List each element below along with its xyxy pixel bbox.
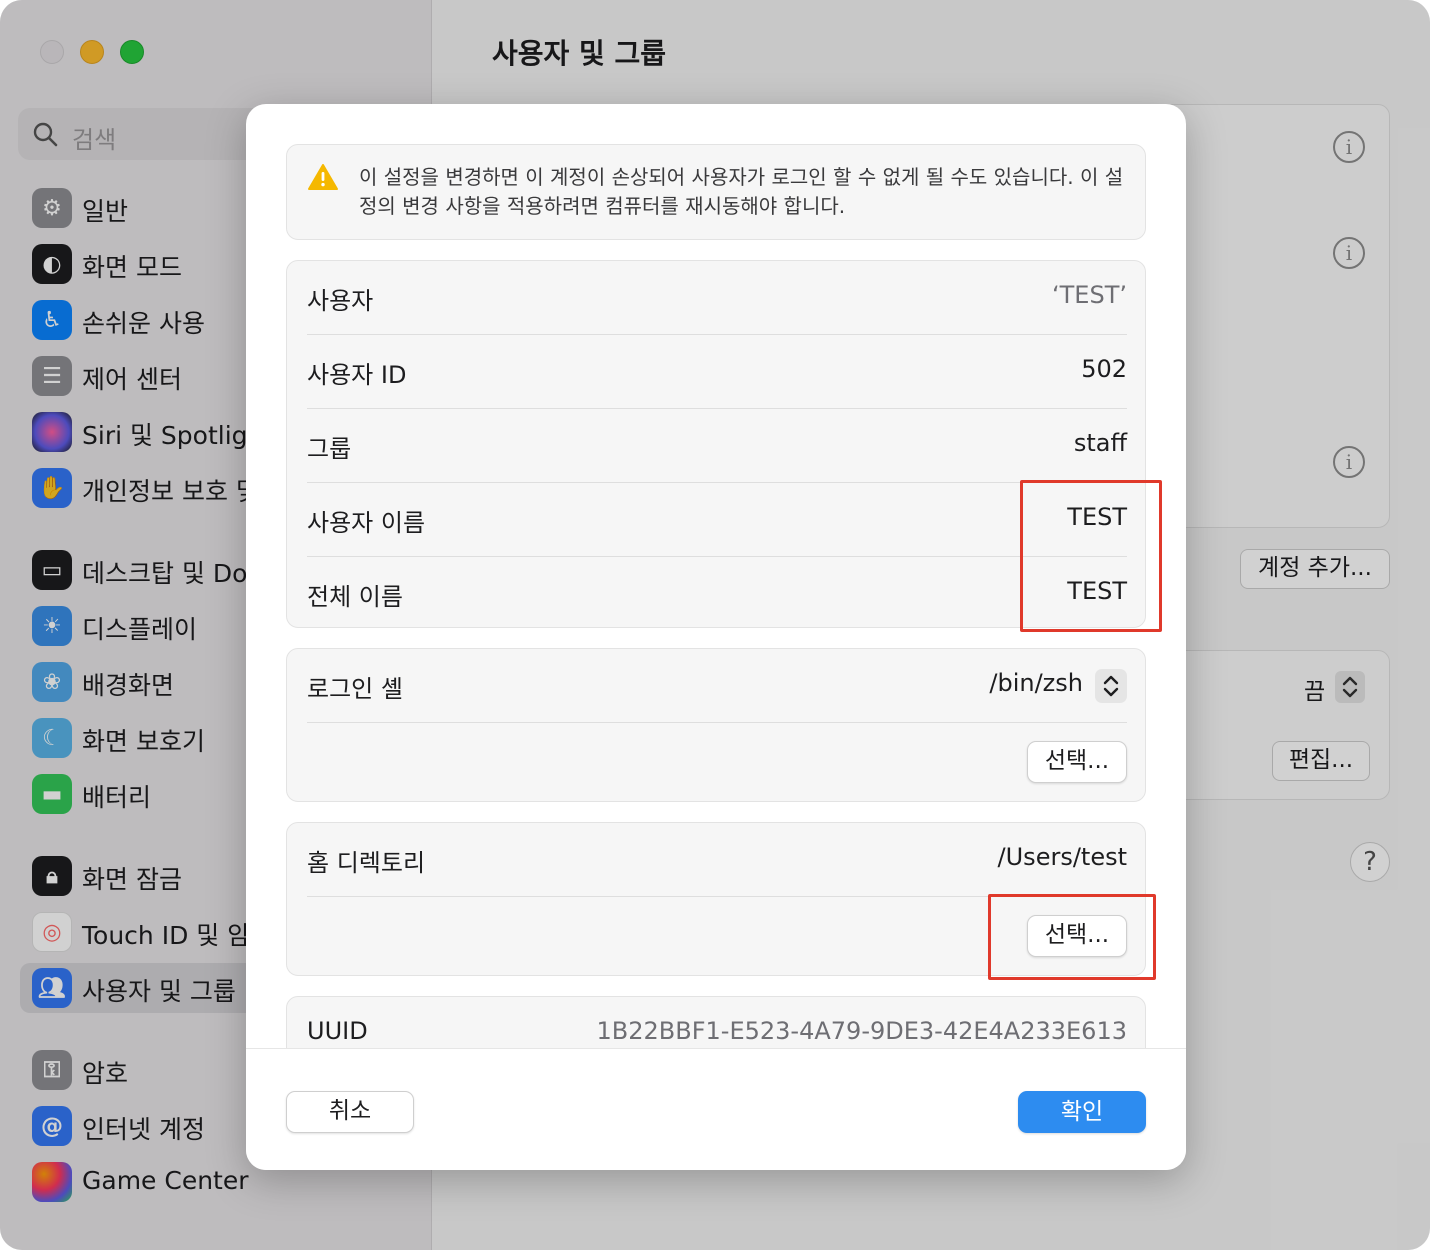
home-directory-value: /Users/test [997,843,1127,871]
full-name-row: 전체 이름 TEST [307,557,1127,631]
login-shell-row: 로그인 셸 /bin/zsh [307,649,1127,723]
user-id-row: 사용자 ID 502 [307,335,1127,409]
user-id-field[interactable]: 502 [1081,355,1127,383]
chevron-up-down-icon [1103,675,1119,697]
user-value: ‘TEST’ [1052,281,1127,309]
warning-text: 이 설정을 변경하면 이 계정이 손상되어 사용자가 로그인 할 수 없게 될 … [359,165,1124,218]
group-row: 그룹 staff [307,409,1127,483]
user-row: 사용자 ‘TEST’ [307,261,1127,335]
login-shell-value: /bin/zsh [989,669,1083,697]
uuid-label: UUID [307,1017,368,1045]
sheet-footer: 취소 확인 [246,1048,1186,1170]
full-name-label: 전체 이름 [307,583,403,611]
group-label: 그룹 [307,435,352,463]
annotation-highlight-home-choose [988,894,1156,980]
user-label: 사용자 [307,287,374,315]
annotation-highlight-names [1020,480,1162,632]
system-settings-window: 검색 ⚙ 일반 ◐ 화면 모드 ♿ 손쉬운 사용 ☰ 제어 센터 Siri 및 … [0,0,1430,1250]
cancel-button[interactable]: 취소 [286,1091,414,1133]
user-id-label: 사용자 ID [307,361,407,389]
login-shell-popup[interactable] [1095,669,1127,703]
uuid-field[interactable]: 1B22BBF1-E523-4A79-9DE3-42E4A233E613 [597,1017,1127,1045]
ok-button[interactable]: 확인 [1018,1091,1146,1133]
account-info-group: 사용자 ‘TEST’ 사용자 ID 502 그룹 staff 사용자 이름 TE… [286,260,1146,628]
group-field[interactable]: staff [1074,429,1127,457]
warning-icon [308,164,338,190]
user-advanced-options-sheet: 이 설정을 변경하면 이 계정이 손상되어 사용자가 로그인 할 수 없게 될 … [246,104,1186,1170]
home-directory-label: 홈 디렉토리 [307,849,426,877]
choose-login-shell-button[interactable]: 선택... [1027,741,1127,783]
account-name-row: 사용자 이름 TEST [307,483,1127,557]
account-name-label: 사용자 이름 [307,509,426,537]
warning-box: 이 설정을 변경하면 이 계정이 손상되어 사용자가 로그인 할 수 없게 될 … [286,144,1146,240]
login-shell-label: 로그인 셸 [307,675,403,703]
home-directory-row: 홈 디렉토리 /Users/test [307,823,1127,897]
login-shell-group: 로그인 셸 /bin/zsh 선택... [286,648,1146,802]
uuid-group: UUID 1B22BBF1-E523-4A79-9DE3-42E4A233E61… [286,996,1146,1048]
uuid-row: UUID 1B22BBF1-E523-4A79-9DE3-42E4A233E61… [307,997,1127,1048]
